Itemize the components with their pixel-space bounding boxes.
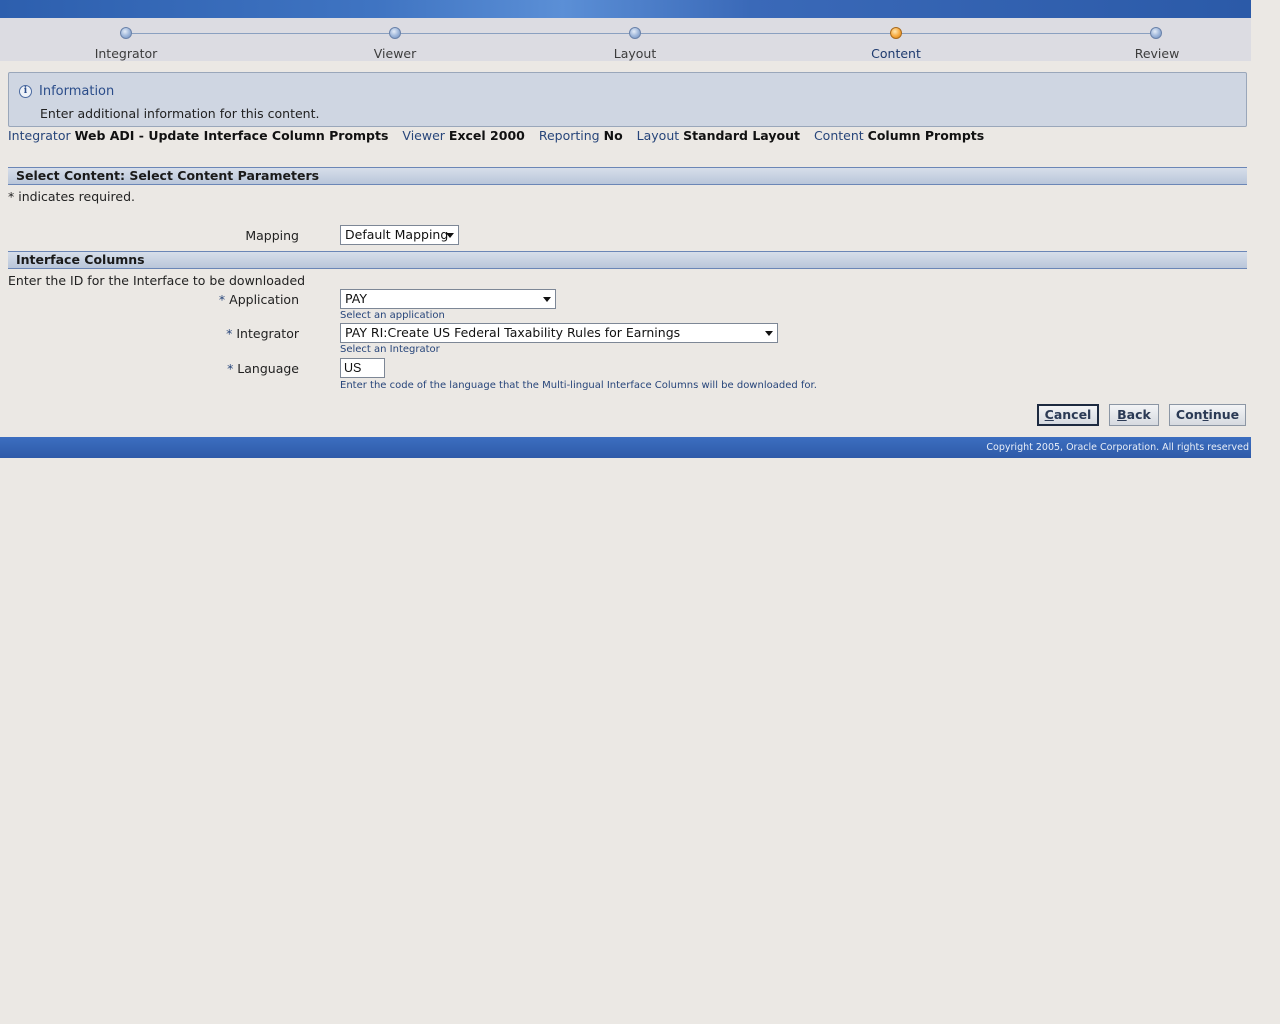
train-step-content-label: Content — [871, 46, 921, 61]
summary-content-label: Content — [813, 128, 864, 143]
required-mark: * — [226, 326, 233, 341]
application-label: * Application — [219, 292, 299, 307]
back-label-rest: ack — [1126, 407, 1151, 422]
integrator-label-text: Integrator — [236, 326, 299, 341]
application-select-value: PAY — [345, 291, 367, 306]
integrator-label: * Integrator — [226, 326, 299, 341]
language-label: * Language — [227, 361, 299, 376]
summary-viewer-value: Excel 2000 — [448, 128, 525, 143]
cancel-accesskey: C — [1044, 407, 1054, 422]
train-step-review-dot[interactable] — [1150, 27, 1162, 39]
mapping-select-value: Default Mapping — [345, 227, 449, 242]
continue-label-prefix: Con — [1175, 407, 1203, 422]
train-line — [126, 33, 1156, 34]
application-select[interactable]: PAY — [340, 289, 556, 309]
information-text: Enter additional information for this co… — [40, 106, 320, 121]
continue-button[interactable]: Continue — [1169, 404, 1246, 426]
cancel-label-rest: ancel — [1053, 407, 1092, 422]
information-title: Information — [39, 84, 115, 99]
footer-bar: Copyright 2005, Oracle Corporation. All … — [0, 437, 1251, 458]
summary-reporting-value: No — [603, 128, 623, 143]
train-step-viewer-dot[interactable] — [389, 27, 401, 39]
interface-instruction: Enter the ID for the Interface to be dow… — [8, 273, 306, 288]
required-mark: * — [218, 292, 226, 307]
required-mark: * — [227, 361, 234, 376]
information-box: i Information Enter additional informati… — [8, 72, 1247, 127]
language-input[interactable] — [340, 358, 385, 378]
integrator-select[interactable]: PAY RI:Create US Federal Taxability Rule… — [340, 323, 778, 343]
required-note: * indicates required. — [8, 189, 135, 204]
summary-content-value: Column Prompts — [867, 128, 985, 143]
summary-integrator-label: Integrator — [8, 128, 71, 143]
interface-columns-header: Interface Columns — [8, 251, 1247, 269]
copyright-text: Copyright 2005, Oracle Corporation. All … — [986, 442, 1249, 453]
language-label-text: Language — [237, 361, 299, 376]
back-button[interactable]: Back — [1109, 404, 1159, 426]
train-step-viewer-label[interactable]: Viewer — [374, 46, 417, 61]
integrator-select-value: PAY RI:Create US Federal Taxability Rule… — [345, 325, 681, 340]
application-hint: Select an application — [340, 310, 445, 321]
train-step-integrator-dot[interactable] — [120, 27, 132, 39]
back-accesskey: B — [1117, 407, 1127, 422]
selection-summary: Integrator Web ADI - Update Interface Col… — [8, 128, 994, 143]
summary-layout-label: Layout — [636, 128, 680, 143]
summary-reporting-label: Reporting — [538, 128, 600, 143]
train-step-review-label[interactable]: Review — [1135, 46, 1180, 61]
mapping-select[interactable]: Default Mapping — [340, 225, 459, 245]
top-banner — [0, 0, 1251, 18]
summary-viewer-label: Viewer — [402, 128, 445, 143]
train-navigation: Integrator Viewer Layout Content Review — [0, 18, 1251, 61]
select-content-header: Select Content: Select Content Parameter… — [8, 167, 1247, 185]
integrator-hint: Select an Integrator — [340, 344, 440, 355]
chevron-down-icon — [765, 331, 773, 336]
chevron-down-icon — [446, 233, 454, 238]
summary-layout-value: Standard Layout — [683, 128, 800, 143]
continue-label-rest: inue — [1208, 407, 1240, 422]
train-step-layout-label[interactable]: Layout — [614, 46, 657, 61]
language-hint: Enter the code of the language that the … — [340, 380, 817, 391]
application-label-text: Application — [229, 292, 299, 307]
train-step-content-dot — [890, 27, 902, 39]
summary-integrator-value: Web ADI - Update Interface Column Prompt… — [74, 128, 389, 143]
cancel-button[interactable]: Cancel — [1037, 404, 1099, 426]
info-icon: i — [19, 85, 32, 98]
train-step-layout-dot[interactable] — [629, 27, 641, 39]
mapping-label: Mapping — [245, 228, 299, 243]
chevron-down-icon — [543, 297, 551, 302]
train-step-integrator-label[interactable]: Integrator — [95, 46, 158, 61]
